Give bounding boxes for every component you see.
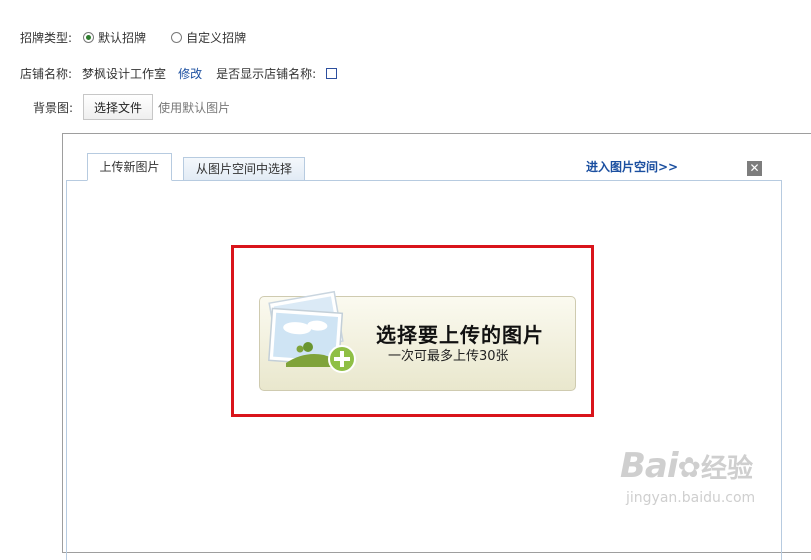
close-icon[interactable]: ✕ [747,161,762,176]
baidu-watermark: Bai✿经验 [620,446,753,486]
upload-subtitle: 一次可最多上传30张 [388,349,509,364]
select-images-upload-button[interactable]: 选择要上传的图片 一次可最多上传30张 [259,290,576,391]
background-label: 背景图: [33,100,74,115]
watermark-brand-tail: 经验 [700,454,753,484]
watermark-url: jingyan.baidu.com [626,490,756,506]
background-row: 背景图: 选择文件 使用默认图片 [33,94,230,120]
upload-title: 选择要上传的图片 [376,323,544,347]
shop-name-value: 梦枫设计工作室 [82,67,167,81]
tab-upload-new[interactable]: 上传新图片 [87,153,172,181]
radio-default-sign[interactable] [83,32,95,43]
enter-image-space-link[interactable]: 进入图片空间>> [586,158,678,175]
radio-custom-sign[interactable] [171,32,183,43]
watermark-brand: Bai [620,446,679,486]
radio-custom-sign-label[interactable]: 自定义招牌 [186,29,246,46]
choose-file-button[interactable]: 选择文件 [83,94,154,120]
paw-icon: ✿ [677,451,701,484]
shop-name-row: 店铺名称: 梦枫设计工作室 修改 是否显示店铺名称: [20,65,338,82]
sign-type-row: 招牌类型: 默认招牌 自定义招牌 [20,29,246,46]
show-shop-name-checkbox[interactable] [326,68,338,79]
background-status: 使用默认图片 [158,100,231,115]
radio-default-sign-label[interactable]: 默认招牌 [98,29,146,46]
tab-from-image-space[interactable]: 从图片空间中选择 [183,157,306,181]
edit-shop-name-link[interactable]: 修改 [178,65,202,82]
show-shop-name-label: 是否显示店铺名称: [216,67,317,81]
tab-divider [67,180,781,181]
sign-type-label: 招牌类型: [20,31,73,45]
photo-upload-icon [268,290,356,373]
shop-name-label: 店铺名称: [20,67,73,81]
